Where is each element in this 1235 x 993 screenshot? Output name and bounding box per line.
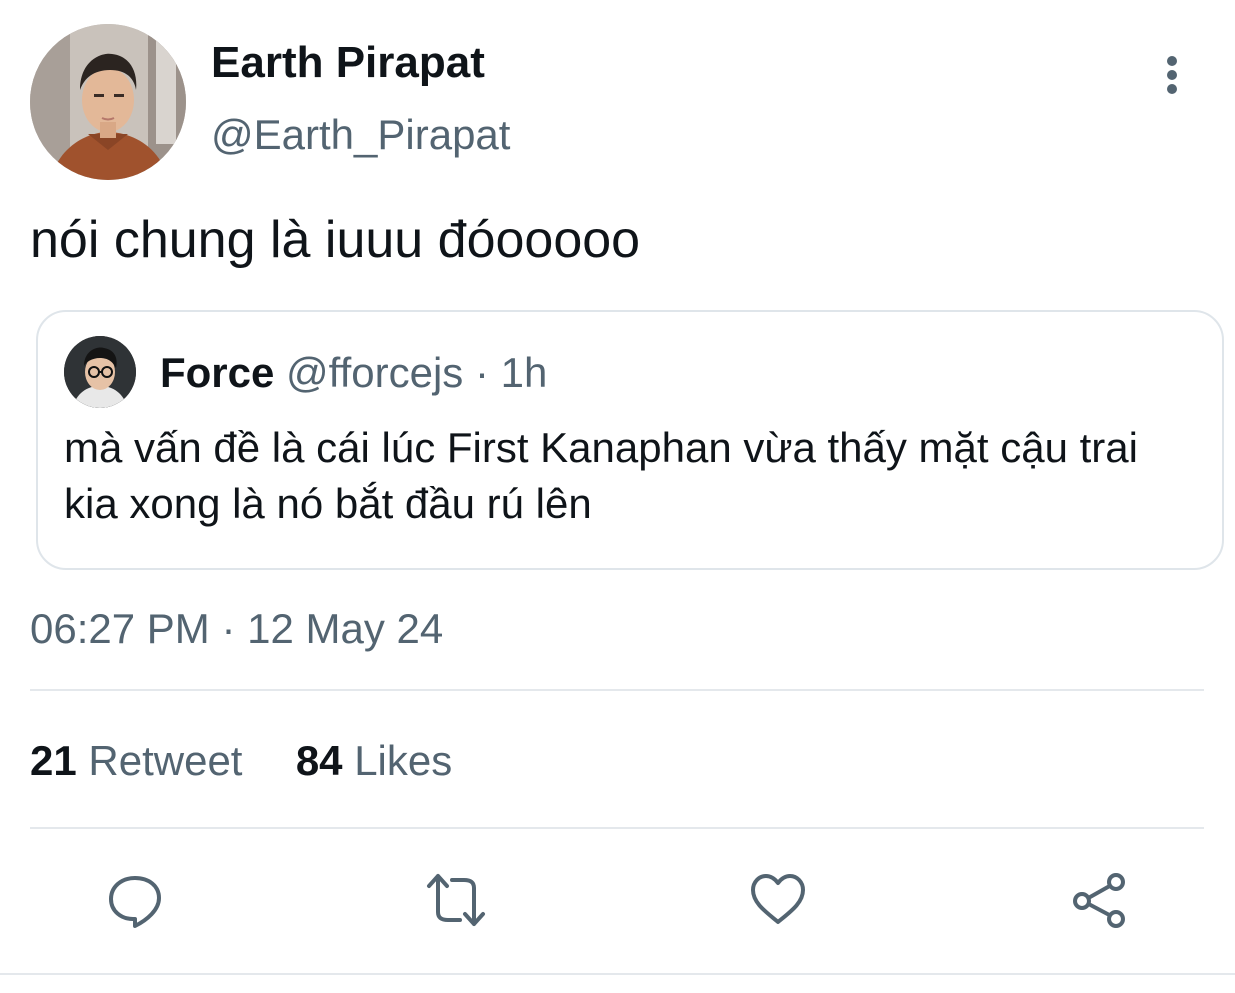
quoted-avatar-image [64, 336, 136, 408]
quoted-tweet-text: mà vấn đề là cái lúc First Kanaphan vừa … [64, 424, 1138, 527]
reply-button[interactable] [103, 868, 167, 932]
tweet-text: nói chung là iuuu đóooooo [30, 211, 641, 269]
more-options-button[interactable] [1150, 50, 1194, 100]
quoted-time: 1h [500, 349, 548, 396]
retweets-stat[interactable]: 21 Retweet [30, 737, 254, 784]
quoted-separator: · [474, 349, 489, 396]
more-vertical-icon [1167, 56, 1177, 94]
tweet-stats: 21 Retweet 84 Likes [30, 736, 452, 786]
quoted-author-name[interactable]: Force [160, 349, 274, 396]
author-name[interactable]: Earth Pirapat [211, 38, 485, 88]
reply-icon [109, 876, 161, 928]
retweet-icon [427, 874, 485, 926]
retweets-label: Retweet [88, 737, 243, 784]
quoted-header: Force @fforcejs · 1h [160, 348, 547, 398]
retweets-count: 21 [30, 737, 77, 784]
quoted-tweet-card[interactable]: Force @fforcejs · 1h mà vấn đề là cái lú… [36, 310, 1224, 570]
likes-stat[interactable]: 84 Likes [296, 737, 452, 784]
author-avatar[interactable] [30, 24, 186, 180]
author-handle[interactable]: @Earth_Pirapat [211, 110, 510, 160]
heart-icon [751, 874, 805, 924]
share-icon [1073, 873, 1125, 928]
quoted-author-avatar[interactable] [64, 336, 136, 408]
share-button[interactable] [1068, 868, 1132, 932]
tweet-timestamp: 06:27 PM · 12 May 24 [30, 605, 444, 652]
bottom-divider [0, 973, 1235, 975]
divider [30, 689, 1204, 691]
retweet-button[interactable] [424, 868, 488, 932]
divider [30, 827, 1204, 829]
like-button[interactable] [746, 868, 810, 932]
author-avatar-image [30, 24, 186, 180]
quoted-author-handle[interactable]: @fforcejs [286, 349, 463, 396]
likes-label: Likes [354, 737, 453, 784]
likes-count: 84 [295, 737, 343, 784]
